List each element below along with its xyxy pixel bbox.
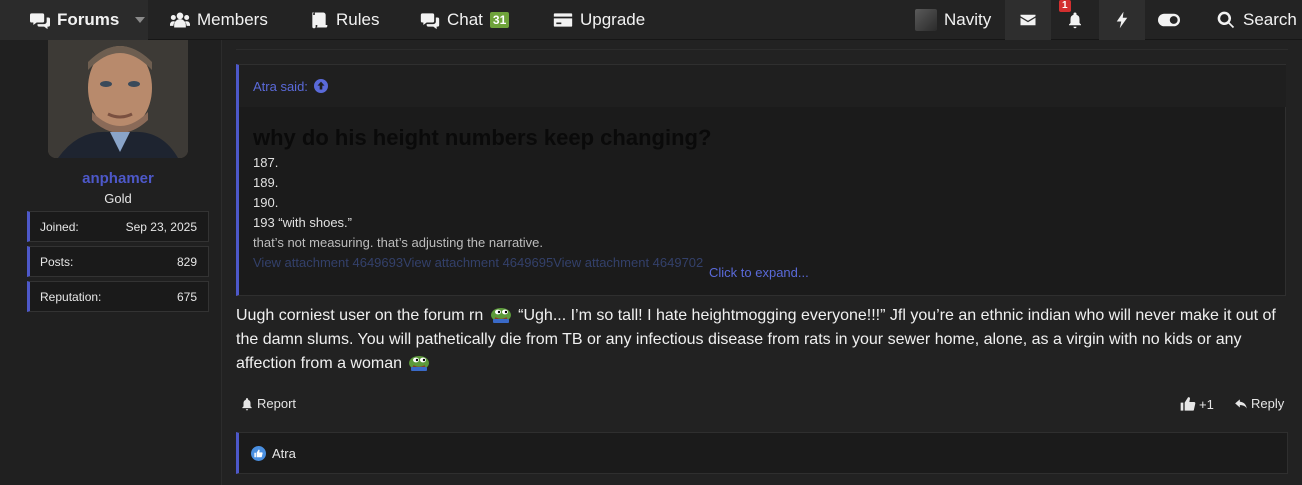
post-author-panel: anphamer Gold Joined: Sep 23, 2025 Posts… [0,40,222,485]
reactions-bar[interactable]: Atra [236,432,1288,474]
stat-joined: Joined: Sep 23, 2025 [27,211,209,242]
bell-icon [1069,12,1081,29]
bell-icon [242,397,252,410]
like-reaction-icon [251,445,266,461]
nav-rules-label: Rules [336,10,380,29]
alerts-count-badge: 1 [1059,0,1071,12]
nav-members[interactable]: Members [170,0,268,40]
author-rank: Gold [104,191,132,206]
whats-new-button[interactable] [1099,0,1145,40]
quote-line: 187. [253,155,279,170]
report-button[interactable]: Report [240,396,296,411]
nav-search[interactable]: Search [1216,0,1297,40]
pepe-emoji-icon [490,308,511,323]
post-text-part: Uugh corniest user on the forum rn [236,307,484,324]
nav-upgrade[interactable]: Upgrade [553,0,645,40]
theme-toggle-button[interactable] [1146,0,1192,40]
nav-search-label: Search [1243,10,1297,29]
reaction-user[interactable]: Atra [272,446,296,461]
quote-block: Atra said: why do his height numbers kee… [236,64,1286,296]
click-to-expand-link[interactable]: Click to expand... [709,265,809,280]
thumbs-up-icon [1180,397,1196,411]
stat-label: Reputation: [40,289,102,304]
nav-forums-label: Forums [57,10,120,29]
quote-line: 189. [253,175,279,190]
post-actions: Report +1 Reply [236,396,1288,416]
quote-line: 190. [253,195,279,210]
stat-value: Sep 23, 2025 [125,219,197,234]
avatar-portrait-icon [48,40,188,158]
user-avatar[interactable] [48,40,188,158]
stat-reputation: Reputation: 675 [27,281,209,312]
users-icon [170,12,190,28]
toggle-icon [1158,13,1180,27]
divider [236,49,1288,50]
quote-line-fading: that’s not measuring. that’s adjusting t… [253,235,544,250]
like-label: +1 [1199,396,1214,412]
post-body: Atra said: why do his height numbers kee… [222,40,1302,485]
pepe-emoji-icon [409,356,430,371]
like-button[interactable]: +1 [1180,396,1214,412]
reply-arrow-icon [1235,398,1247,409]
alerts-button[interactable]: 1 [1052,0,1098,40]
nav-username: Navity [944,10,992,29]
post-message: Uugh corniest user on the forum rn “Ugh.… [236,304,1292,376]
stat-value: 675 [176,289,197,304]
arrow-up-circle-icon[interactable] [313,79,328,93]
stat-posts: Posts: 829 [27,246,209,277]
avatar [915,9,937,31]
chat-icon [420,13,440,30]
nav-chat[interactable]: Chat 31 [420,0,510,40]
nav-members-label: Members [197,10,268,29]
quote-attachments: View attachment 4649693View attachment 4… [253,255,704,270]
quote-attribution[interactable]: Atra said: [239,65,1286,107]
top-navigation: Forums Members Rules Chat 31 Upgrade Nav… [0,0,1302,40]
stat-label: Posts: [40,254,74,269]
chevron-down-icon[interactable] [134,14,146,26]
reply-button[interactable]: Reply [1234,396,1284,411]
nav-forums[interactable]: Forums [0,0,148,40]
report-label: Report [257,396,297,411]
scroll-icon [312,12,328,29]
quote-title: why do his height numbers keep changing? [253,125,712,150]
chat-bubbles-icon [30,13,50,30]
chat-count-badge: 31 [489,12,510,28]
author-username[interactable]: anphamer [0,170,236,187]
nav-upgrade-label: Upgrade [580,10,646,29]
search-icon [1217,11,1235,29]
lightning-bolt-icon [1116,11,1128,29]
stat-value: 829 [176,254,197,269]
quote-author[interactable]: Atra said: [253,79,308,94]
stat-label: Joined: [40,219,79,234]
nav-account[interactable]: Navity [915,0,991,40]
envelope-icon [1020,14,1036,26]
credit-card-icon [553,13,573,27]
nav-rules[interactable]: Rules [309,0,379,40]
quote-line: 193 “with shoes.” [253,215,352,230]
nav-chat-label: Chat [447,10,483,29]
inbox-button[interactable] [1005,0,1051,40]
reply-label: Reply [1251,396,1285,411]
